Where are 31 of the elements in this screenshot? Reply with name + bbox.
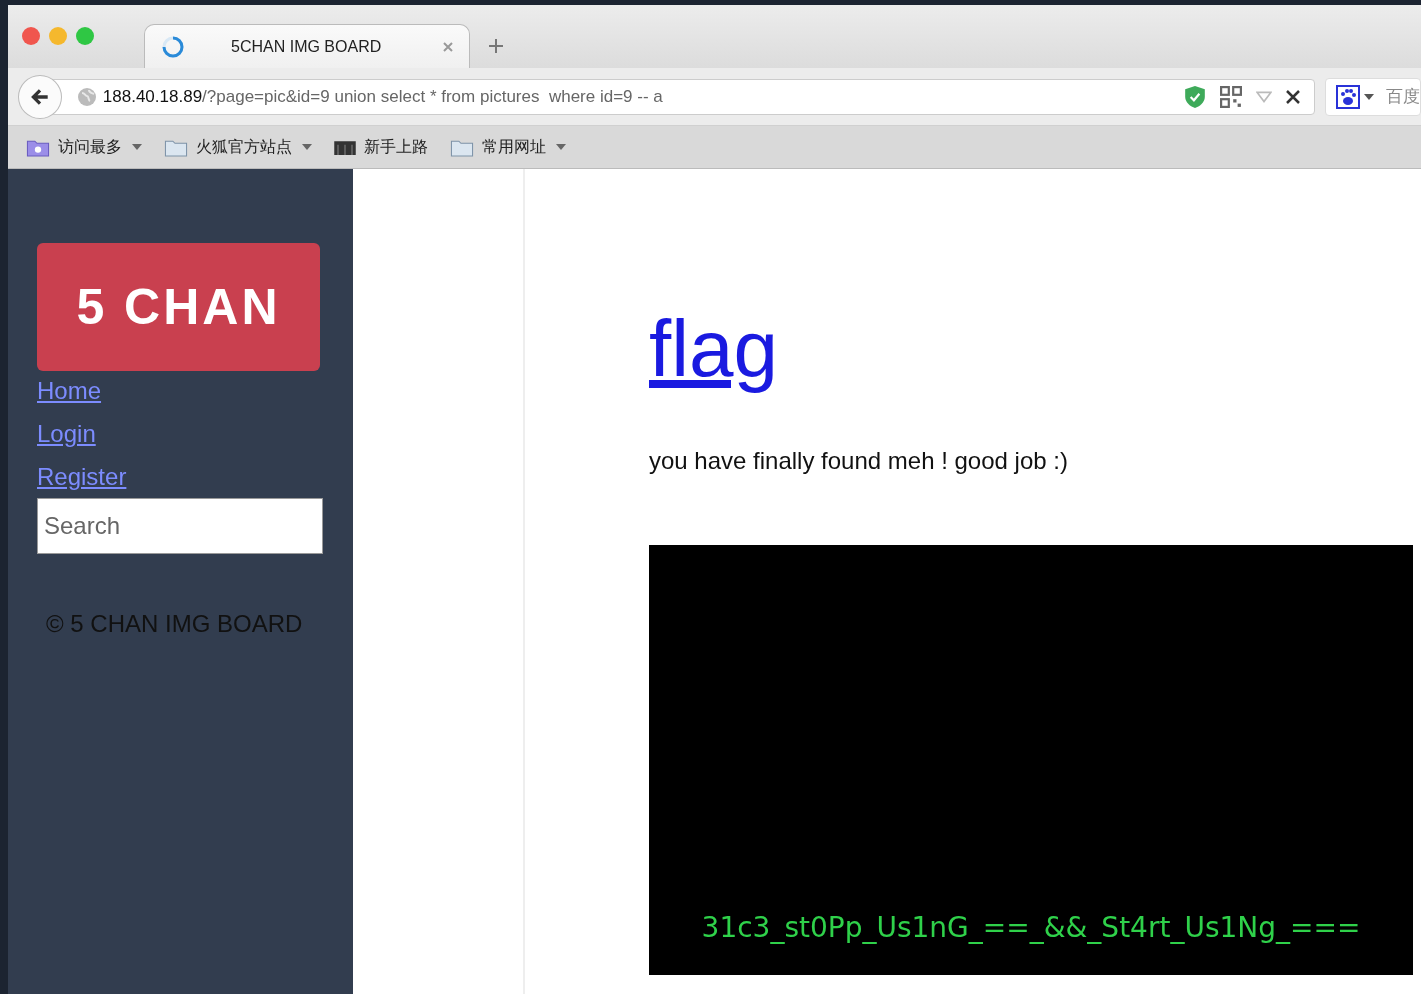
tab-title: 5CHAN IMG BOARD: [231, 37, 383, 56]
site-logo[interactable]: 5 CHAN: [37, 243, 320, 371]
flag-text: 31c3_st0Pp_Us1nG_==_&&_St4rt_Us1Ng_===: [701, 911, 1361, 944]
search-engine-box[interactable]: 百度: [1325, 77, 1421, 116]
caret-icon: [1364, 93, 1374, 100]
bookmark-item[interactable]: 新手上路: [334, 136, 428, 158]
message-text: you have finally found meh ! good job :): [649, 447, 1068, 475]
nav-link[interactable]: Register: [37, 463, 127, 490]
close-tab-icon[interactable]: [443, 41, 453, 52]
paw-icon: [1336, 84, 1360, 109]
dropdown-icon[interactable]: [1256, 90, 1272, 103]
zoom-window-button[interactable]: [76, 27, 94, 45]
flag-link[interactable]: flag: [649, 307, 778, 391]
qr-code-icon[interactable]: [1220, 85, 1242, 108]
stop-icon[interactable]: [1286, 89, 1300, 104]
footer-text: © 5 CHAN IMG BOARD: [46, 610, 303, 638]
close-window-button[interactable]: [22, 27, 40, 45]
loading-spinner-icon: [161, 34, 185, 59]
new-tab-icon[interactable]: [488, 38, 504, 54]
bookmark-item[interactable]: 常用网址: [450, 136, 566, 158]
bookmark-item[interactable]: 火狐官方站点: [164, 136, 312, 158]
search-field[interactable]: Search: [37, 498, 323, 554]
bookmark-item[interactable]: 访问最多: [26, 136, 142, 158]
back-button[interactable]: [18, 74, 62, 119]
nav-link[interactable]: Login: [37, 420, 127, 447]
nav-link[interactable]: Home: [37, 377, 127, 404]
shield-icon[interactable]: [1184, 84, 1206, 109]
m-logo-icon: [334, 138, 356, 156]
address-text: 188.40.18.89/?page=pic&id=9 union select * from pictures where id=9 -- a: [102, 86, 663, 107]
browser-tab[interactable]: 5CHAN IMG BOARD: [144, 24, 470, 68]
globe-icon: [76, 86, 97, 107]
